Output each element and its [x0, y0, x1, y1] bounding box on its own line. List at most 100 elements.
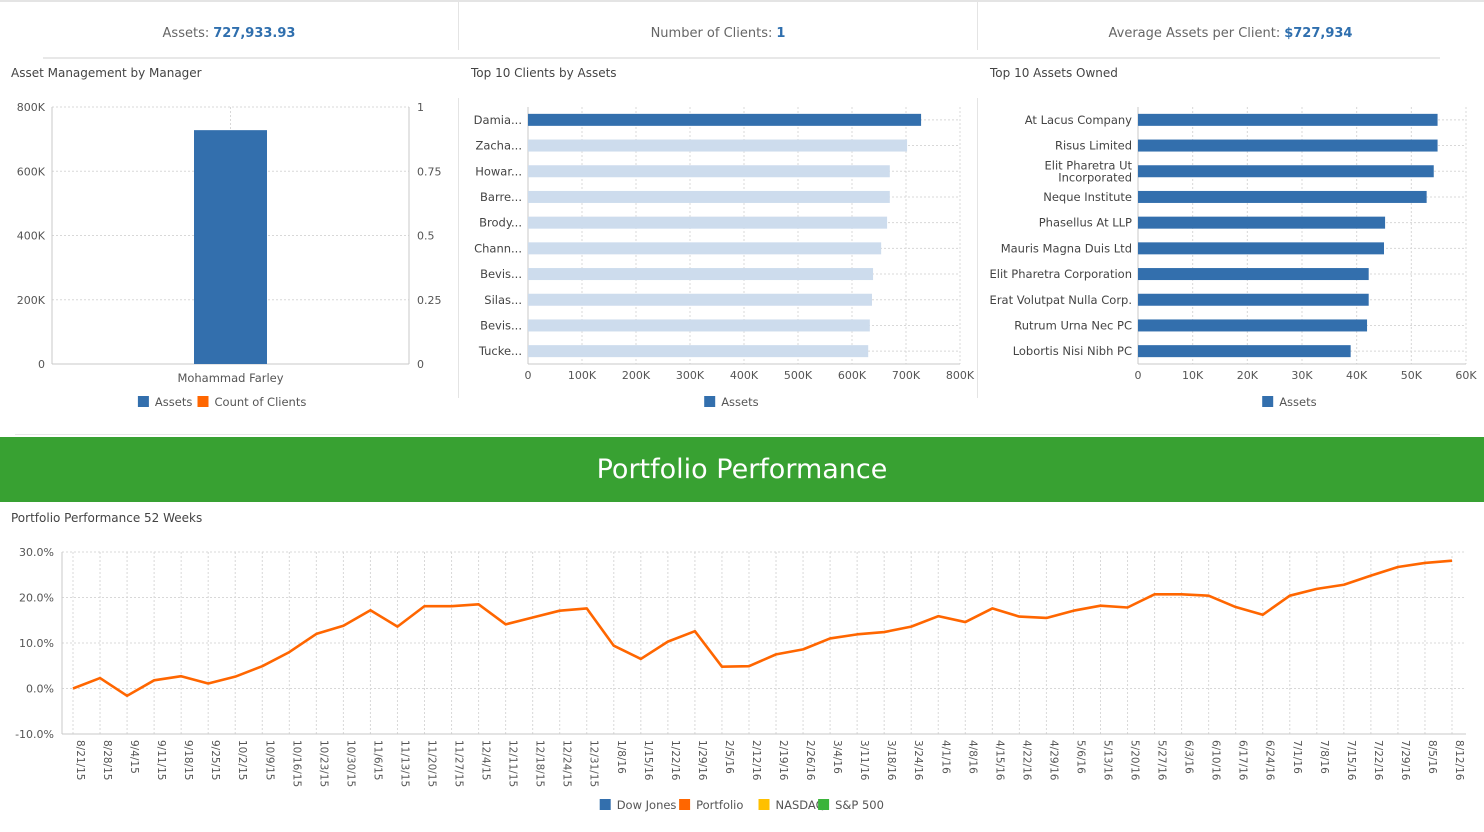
bar: [528, 113, 922, 126]
y-tick-label: Neque Institute: [1043, 190, 1132, 204]
x-tick-label: 10/23/15: [317, 740, 329, 787]
bar: [528, 216, 888, 229]
x-tick-label: 11/6/15: [371, 740, 383, 780]
x-tick-label: 7/22/16: [1372, 740, 1384, 781]
chart-title-assets-owned: Top 10 Assets Owned: [990, 66, 1118, 80]
y-tick-label: Phasellus At LLP: [1039, 216, 1132, 230]
kpi-clients-value: 1: [776, 26, 786, 41]
legend-swatch: [197, 396, 209, 407]
y-tick-label: 0.0%: [26, 683, 54, 696]
y-tick-label: Elit Pharetra Corporation: [989, 267, 1132, 281]
bar: [1138, 268, 1369, 281]
x-tick-label: 20K: [1237, 369, 1259, 382]
y-tick-label: Erat Volutpat Nulla Corp.: [990, 293, 1132, 307]
x-tick-label: 12/11/15: [507, 740, 519, 787]
x-tick-label: 40K: [1346, 369, 1368, 382]
chart-title-clients: Top 10 Clients by Assets: [471, 66, 617, 80]
y-tick-label: 600K: [17, 165, 46, 178]
y-tick-label: 400K: [17, 230, 46, 243]
top-border: [0, 0, 1484, 2]
y-tick-label: Damia...: [474, 113, 522, 127]
y-tick-label: Rutrum Urna Nec PC: [1014, 318, 1132, 332]
legend-label: Dow Jones: [617, 798, 677, 812]
x-tick-label: 5/6/16: [1074, 740, 1086, 774]
x-tick-label: 10/30/15: [344, 740, 356, 787]
legend-swatch: [818, 799, 830, 810]
chart-title-performance: Portfolio Performance 52 Weeks: [11, 511, 203, 525]
bar: [1138, 165, 1434, 178]
x-tick-label: 6/3/16: [1183, 740, 1195, 774]
legend-label: Portfolio: [696, 798, 743, 812]
y-tick-label: Brody...: [479, 216, 522, 230]
legend-swatch: [1262, 396, 1274, 407]
kpi-assets-value: 727,933.93: [213, 26, 296, 41]
bar: [528, 190, 890, 203]
x-tick-label: 1/15/16: [642, 740, 654, 781]
legend-swatch: [704, 396, 716, 407]
x-tick-label: 5/27/16: [1156, 740, 1168, 781]
kpi-separator: [43, 57, 1440, 59]
y-tick-label: Tucke...: [478, 344, 522, 358]
kpi-assets-label: Assets:: [162, 26, 210, 41]
bar: [1138, 139, 1438, 152]
x-tick-label: 12/24/15: [561, 740, 573, 787]
y-tick-label: 800K: [17, 101, 46, 114]
y2-tick-label: 0.5: [417, 230, 435, 243]
y-tick-label: Howar...: [475, 164, 522, 178]
x-tick-label: 600K: [838, 369, 867, 382]
x-tick-label: 10/16/15: [290, 740, 302, 787]
x-tick-label: 6/17/16: [1237, 740, 1249, 781]
y-tick-label: Silas...: [484, 293, 522, 307]
bar: [528, 345, 869, 358]
y2-tick-label: 1: [417, 101, 424, 114]
y2-tick-label: 0.25: [417, 294, 442, 307]
chart-title-manager: Asset Management by Manager: [11, 66, 202, 80]
x-tick-label: 3/4/16: [831, 740, 843, 774]
bar: [1138, 345, 1351, 358]
x-tick-label: 8/12/16: [1453, 740, 1465, 781]
y2-tick-label: 0: [417, 358, 424, 371]
x-tick-label: 2/19/16: [777, 740, 789, 781]
section-separator: [15, 434, 1440, 435]
bar: [528, 268, 874, 281]
bar: [1138, 242, 1384, 255]
x-tick-label: 60K: [1455, 369, 1477, 382]
x-tick-label: 5/20/16: [1129, 740, 1141, 781]
y-tick-label: Chann...: [474, 241, 522, 255]
y-tick-label: Barre...: [480, 190, 522, 204]
x-tick-label: 300K: [676, 369, 705, 382]
x-tick-label: 5/13/16: [1101, 740, 1113, 781]
x-tick-label: 3/18/16: [885, 740, 897, 781]
y-tick-label: Bevis...: [480, 267, 522, 281]
y-tick-label: Lobortis Nisi Nibh PC: [1013, 344, 1132, 358]
y2-tick-label: 0.75: [417, 165, 442, 178]
y-tick-label: 200K: [17, 294, 46, 307]
y-tick-label: Risus Limited: [1055, 139, 1132, 153]
legend-swatch: [599, 799, 611, 810]
x-tick-label: 4/1/16: [939, 740, 951, 774]
bar: [1138, 190, 1427, 203]
x-tick-label: 9/25/15: [209, 740, 221, 780]
x-tick-label: 3/11/16: [858, 740, 870, 781]
x-tick-label: 7/1/16: [1291, 740, 1303, 774]
assets-owned-chart: 0 10K 20K 30K 40K 50K 60K At Lacus Company Risus…: [989, 107, 1477, 409]
x-tick-label: 200K: [622, 369, 651, 382]
y-tick-label: 20.0%: [19, 592, 54, 605]
x-tick-label: 12/4/15: [480, 740, 492, 780]
x-tick-label: 11/27/15: [453, 740, 465, 787]
legend-swatch: [137, 396, 149, 407]
x-tick-label: 7/8/16: [1318, 740, 1330, 774]
y-tick-label: Zacha...: [475, 139, 522, 153]
y-tick-label: Mauris Magna Duis Ltd: [1001, 241, 1132, 255]
x-tick-label: 12/18/15: [534, 740, 546, 787]
legend-swatch: [758, 799, 770, 810]
x-tick-label: 4/22/16: [1020, 740, 1032, 781]
kpi-average-label: Average Assets per Client:: [1108, 26, 1281, 41]
bar: [1138, 293, 1369, 306]
bar: [1138, 216, 1386, 229]
portfolio-performance-banner: Portfolio Performance: [0, 437, 1484, 502]
kpi-clients-label: Number of Clients:: [650, 26, 773, 41]
x-tick-label: 2/5/16: [723, 740, 735, 774]
legend-label: Count of Clients: [215, 395, 307, 409]
series-line-portfolio: [72, 559, 1453, 698]
